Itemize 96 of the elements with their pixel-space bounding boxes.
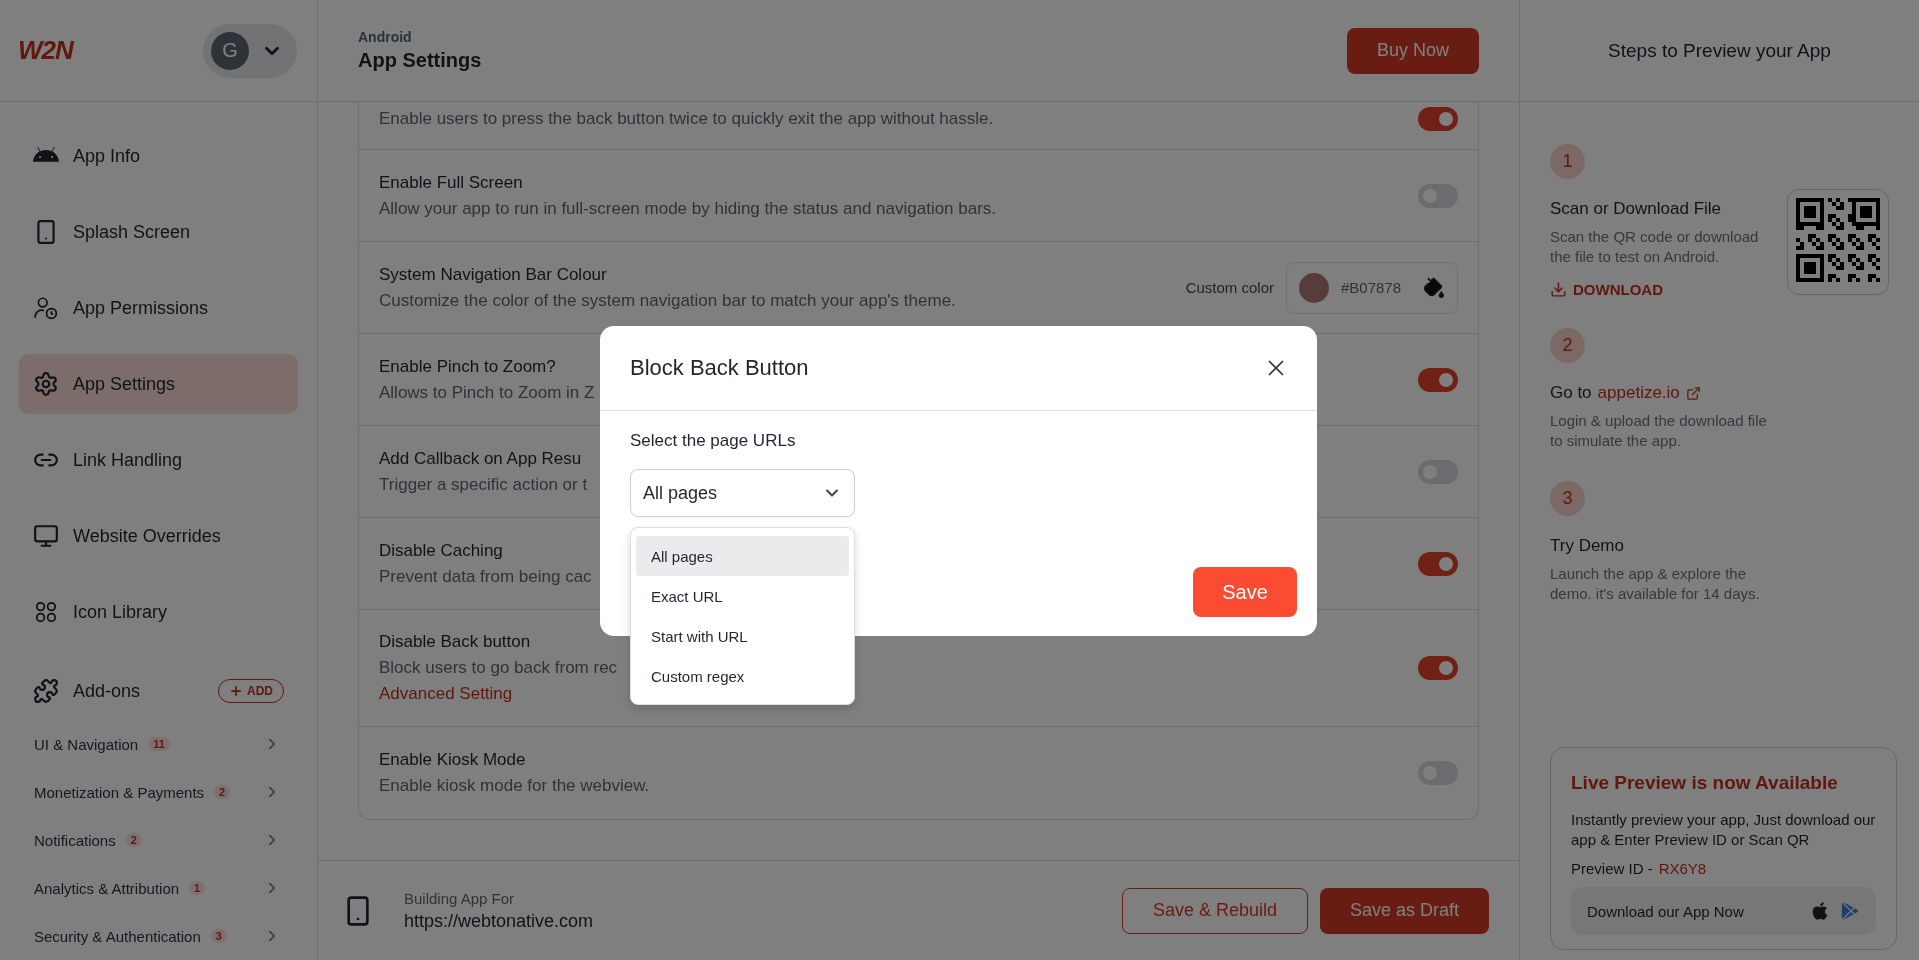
buy-now-button[interactable]: Buy Now bbox=[1346, 27, 1479, 74]
count-badge: 1 bbox=[189, 881, 206, 895]
platform-label: Android bbox=[358, 29, 413, 45]
setting-title: Disable Back button bbox=[379, 632, 532, 652]
addons-label: Add-ons bbox=[73, 680, 141, 702]
toggle-switch[interactable] bbox=[1418, 551, 1458, 576]
sidebar-item-label: Website Overrides bbox=[73, 525, 221, 547]
download-app-bar[interactable]: Download our App Now bbox=[1571, 887, 1876, 935]
setting-description: Enable kiosk mode for the webview. bbox=[379, 776, 650, 796]
url-select[interactable]: All pages bbox=[630, 469, 855, 517]
sidebar-item-label: Link Handling bbox=[73, 449, 183, 471]
external-link-icon[interactable] bbox=[1685, 385, 1701, 401]
setting-title: Enable Kiosk Mode bbox=[379, 750, 527, 770]
modal-title: Block Back Button bbox=[630, 355, 809, 381]
step-title: Scan or Download File bbox=[1550, 199, 1722, 219]
setting-description: Prevent data from being cac bbox=[379, 566, 592, 587]
count-badge: 2 bbox=[125, 833, 142, 847]
setting-description: Allows to Pinch to Zoom in Z bbox=[379, 382, 595, 403]
step-text: Launch the app & explore the demo. it's available for 14 days. bbox=[1550, 564, 1761, 604]
preview-id-label: Preview ID - bbox=[1571, 860, 1653, 877]
save-button[interactable]: Save bbox=[1193, 567, 1297, 617]
setting-description: Enable users to press the back button twice to quickly exit the app without hassle. bbox=[379, 108, 994, 129]
step-number: 2 bbox=[1550, 328, 1585, 363]
sidebar-item[interactable]: App Settings bbox=[19, 354, 298, 414]
setting-title: Disable Caching bbox=[379, 540, 504, 561]
count-badge: 2 bbox=[214, 785, 231, 799]
sidebar-item[interactable]: Link Handling bbox=[19, 430, 298, 490]
group-label[interactable]: Security & Authentication bbox=[34, 927, 201, 945]
dropdown-option[interactable]: Start with URL bbox=[636, 616, 849, 656]
page-title: App Settings bbox=[358, 49, 482, 72]
account-menu[interactable]: G bbox=[203, 23, 297, 78]
advanced-setting-link[interactable]: Advanced Setting bbox=[379, 684, 618, 704]
setting-title: Add Callback on App Resu bbox=[379, 448, 583, 469]
setting-description: Trigger a specific action or t bbox=[379, 474, 588, 495]
live-preview-text: Instantly preview your app, Just download our app & Enter Preview ID or Scan QR bbox=[1571, 810, 1876, 850]
sidebar-item-label: Splash Screen bbox=[73, 221, 191, 243]
color-label: Custom color bbox=[1185, 279, 1274, 296]
app-url: https://webtonative.com bbox=[404, 910, 594, 932]
color-field[interactable]: #B07878 bbox=[1286, 261, 1458, 314]
step-title: Go to bbox=[1550, 383, 1592, 403]
count-badge: 3 bbox=[210, 929, 227, 943]
live-preview-title: Live Preview is now Available bbox=[1571, 772, 1839, 794]
preview-id: RX6Y8 bbox=[1658, 860, 1707, 877]
setting-title: Enable Pinch to Zoom? bbox=[379, 356, 557, 377]
toggle-switch[interactable] bbox=[1418, 656, 1458, 680]
logo[interactable]: W2N bbox=[18, 35, 73, 66]
paint-bucket-icon bbox=[1423, 276, 1445, 299]
dropdown-option[interactable]: All pages bbox=[636, 536, 849, 576]
setting-description: Allow your app to run in full-screen mode by hiding the status and navigation bars. bbox=[379, 198, 997, 219]
download-icon bbox=[1550, 281, 1567, 298]
sidebar-item[interactable]: Splash Screen bbox=[19, 202, 298, 262]
download-app-label: Download our App Now bbox=[1587, 902, 1744, 920]
save-rebuild-button[interactable]: Save & Rebuild bbox=[1121, 887, 1308, 934]
step-title: Try Demo bbox=[1550, 536, 1624, 556]
monitor-icon bbox=[33, 523, 59, 549]
building-label: Building App For bbox=[404, 889, 516, 907]
setting-description: Block users to go back from rec bbox=[379, 658, 618, 678]
avatar: G bbox=[211, 31, 249, 70]
step-text: Scan the QR code or download the file to test on Android. bbox=[1550, 227, 1760, 267]
sidebar-item-label: App Settings bbox=[73, 373, 176, 395]
apple-icon[interactable] bbox=[1810, 901, 1830, 921]
group-label[interactable]: UI & Navigation bbox=[34, 735, 139, 753]
download-link[interactable]: DOWNLOAD bbox=[1550, 281, 1770, 298]
color-swatch bbox=[1299, 272, 1329, 303]
group-label[interactable]: Monetization & Payments bbox=[34, 783, 205, 801]
setting-title: Enable Full Screen bbox=[379, 172, 524, 193]
group-label[interactable]: Analytics & Attribution bbox=[34, 879, 180, 897]
step-number: 1 bbox=[1550, 144, 1585, 179]
setting-description: Customize the color of the system navigation bar to match your app's theme. bbox=[379, 290, 956, 311]
toggle-switch[interactable] bbox=[1418, 106, 1458, 131]
step-number: 3 bbox=[1550, 481, 1585, 516]
add-button[interactable]: ADD bbox=[218, 679, 284, 703]
sidebar-item[interactable]: App Permissions bbox=[19, 278, 298, 338]
dropdown-option[interactable]: Custom regex bbox=[636, 656, 849, 696]
count-badge: 11 bbox=[148, 737, 170, 751]
save-draft-button[interactable]: Save as Draft bbox=[1319, 887, 1489, 934]
toggle-switch[interactable] bbox=[1418, 367, 1458, 392]
sidebar-item-label: Icon Library bbox=[73, 601, 168, 623]
play-store-icon[interactable] bbox=[1840, 901, 1860, 921]
group-label[interactable]: Notifications bbox=[34, 831, 116, 849]
sidebar-item-label: App Info bbox=[73, 145, 141, 167]
sidebar-item[interactable]: Icon Library bbox=[19, 582, 298, 642]
grid-icon bbox=[33, 599, 59, 625]
sidebar-item[interactable]: App Info bbox=[19, 126, 298, 186]
step-text: Login & upload the download file to simulate the app. bbox=[1550, 411, 1768, 451]
settings-icon bbox=[33, 371, 59, 397]
user-clock-icon bbox=[33, 295, 59, 321]
sidebar-item[interactable]: Website Overrides bbox=[19, 506, 298, 566]
setting-title: System Navigation Bar Colour bbox=[379, 264, 608, 285]
appetize-link[interactable]: appetize.io bbox=[1597, 383, 1680, 403]
panel-title: Steps to Preview your App bbox=[1520, 0, 1919, 102]
puzzle-icon bbox=[33, 678, 59, 704]
field-label: Select the page URLs bbox=[630, 431, 797, 451]
dropdown-option[interactable]: Exact URL bbox=[636, 576, 849, 616]
sidebar-item-label: App Permissions bbox=[73, 297, 209, 319]
plus-icon bbox=[229, 684, 243, 698]
